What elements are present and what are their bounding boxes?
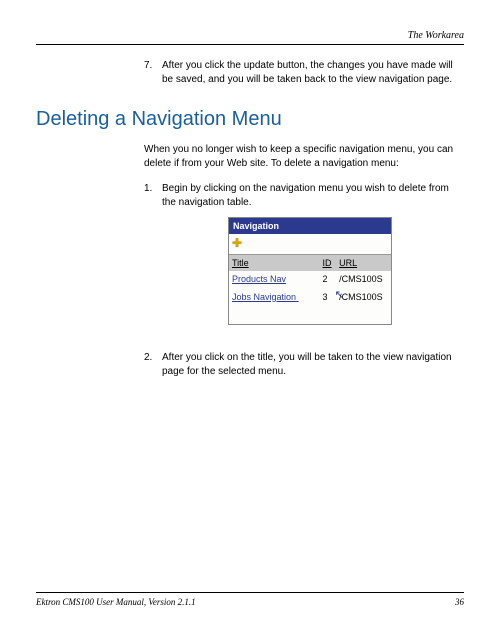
navigation-toolbar: [229, 234, 391, 254]
footer-doc-title: Ektron CMS100 User Manual, Version 2.1.1: [36, 597, 196, 607]
section-intro: When you no longer wish to keep a specif…: [36, 143, 464, 170]
nav-link-jobs: Jobs Navigation ↖: [229, 288, 320, 307]
table-row: Products Nav 2 /CMS100S: [229, 271, 391, 287]
section-heading: Deleting a Navigation Menu: [36, 108, 464, 131]
navigation-table: Title ID URL Products Nav 2 /CMS100S: [229, 254, 391, 324]
table-header-row: Title ID URL: [229, 255, 391, 272]
header-rule: [36, 44, 464, 45]
nav-link-products: Products Nav: [229, 271, 320, 287]
step-text: After you click on the title, you will b…: [162, 351, 464, 378]
navigation-panel-title: Navigation: [229, 218, 391, 234]
table-row-empty: [229, 306, 391, 324]
step-1: 1. Begin by clicking on the navigation m…: [144, 182, 464, 339]
step-7: 7. After you click the update button, th…: [144, 59, 464, 86]
navigation-panel-screenshot: Navigation Title ID URL: [228, 217, 392, 325]
footer-rule: [36, 592, 464, 593]
table-row: Jobs Navigation ↖ 3 /CMS100S: [229, 288, 391, 307]
col-title: Title: [229, 255, 320, 272]
page-footer: Ektron CMS100 User Manual, Version 2.1.1…: [36, 592, 464, 607]
add-icon: [232, 236, 245, 249]
cell-url: /CMS100S: [336, 288, 391, 307]
step-2: 2. After you click on the title, you wil…: [144, 351, 464, 378]
step-number: 7.: [144, 59, 162, 86]
nav-link-jobs-text: Jobs Navigation: [232, 292, 296, 302]
footer-page-number: 36: [455, 597, 464, 607]
step-1-text: Begin by clicking on the navigation menu…: [162, 183, 449, 208]
cell-url: /CMS100S: [336, 271, 391, 287]
step-text: Begin by clicking on the navigation menu…: [162, 182, 464, 339]
step-text: After you click the update button, the c…: [162, 59, 464, 86]
step-number: 1.: [144, 182, 162, 339]
cursor-icon: ↖: [335, 288, 344, 303]
cell-id: 2: [320, 271, 337, 287]
step-number: 2.: [144, 351, 162, 378]
header-section-title: The Workarea: [36, 30, 464, 41]
col-id: ID: [320, 255, 337, 272]
col-url: URL: [336, 255, 391, 272]
